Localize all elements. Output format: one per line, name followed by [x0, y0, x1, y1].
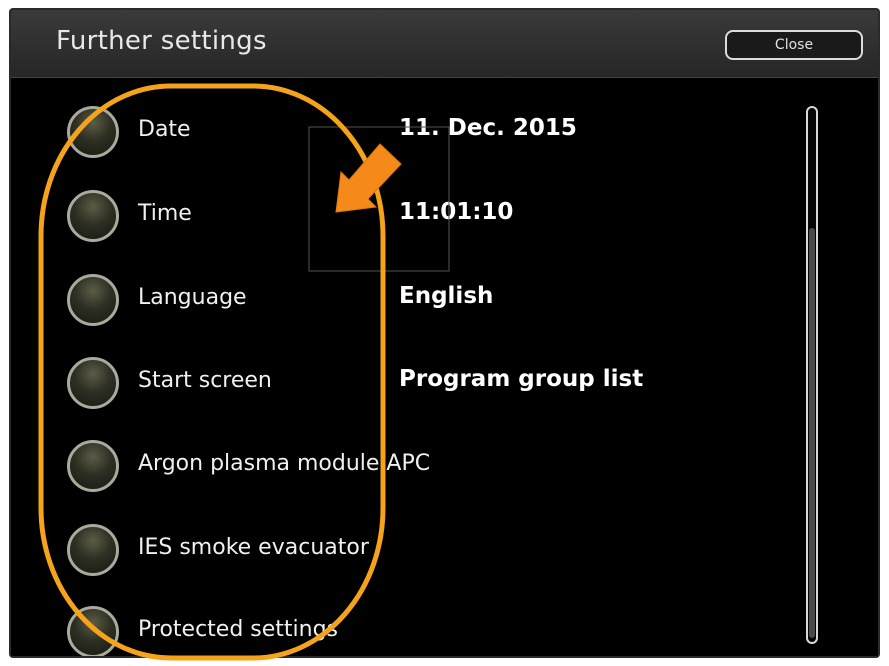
setting-label: Date	[138, 117, 191, 142]
settings-list: Date 11. Dec. 2015 Time 11:01:10 Languag…	[11, 78, 878, 656]
scrollbar[interactable]	[806, 106, 818, 644]
close-button[interactable]: Close	[725, 30, 863, 60]
settings-window: Further settings Close Date 11. Dec. 201…	[9, 8, 880, 658]
time-button[interactable]	[67, 190, 119, 242]
setting-row-protected: Protected settings	[11, 597, 791, 656]
setting-row-time: Time 11:01:10	[11, 181, 791, 251]
setting-label: IES smoke evacuator	[138, 535, 369, 560]
page-title: Further settings	[56, 26, 267, 56]
setting-row-date: Date 11. Dec. 2015	[11, 97, 791, 167]
scroll-thumb[interactable]	[809, 228, 815, 638]
setting-label: Start screen	[138, 368, 272, 393]
setting-value: 11:01:10	[399, 199, 514, 225]
setting-row-start-screen: Start screen Program group list	[11, 348, 791, 418]
setting-label: Language	[138, 285, 247, 310]
setting-value: English	[399, 283, 494, 309]
title-bar: Further settings Close	[11, 10, 878, 78]
protected-settings-button[interactable]	[67, 606, 119, 656]
setting-row-language: Language English	[11, 265, 791, 335]
setting-row-ies: IES smoke evacuator	[11, 515, 791, 585]
apc-button[interactable]	[67, 440, 119, 492]
setting-label: Time	[138, 201, 192, 226]
ies-button[interactable]	[67, 524, 119, 576]
setting-row-apc: Argon plasma module APC	[11, 431, 791, 501]
setting-label: Protected settings	[138, 617, 339, 642]
language-button[interactable]	[67, 274, 119, 326]
setting-value: 11. Dec. 2015	[399, 115, 577, 141]
setting-label: Argon plasma module APC	[138, 451, 431, 476]
setting-value: Program group list	[399, 366, 644, 392]
date-button[interactable]	[67, 106, 119, 158]
start-screen-button[interactable]	[67, 357, 119, 409]
